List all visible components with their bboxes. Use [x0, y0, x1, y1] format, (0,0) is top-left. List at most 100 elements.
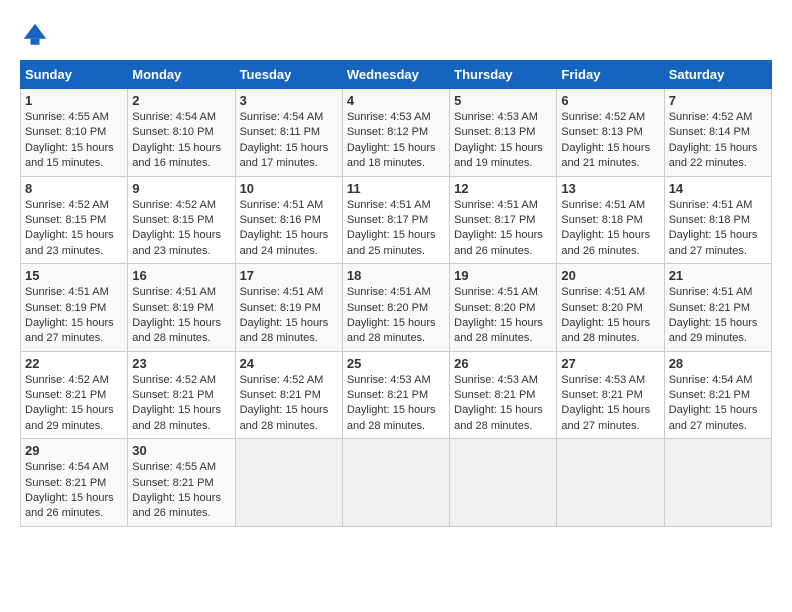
logo — [20, 20, 54, 50]
day-info: Sunrise: 4:54 AMSunset: 8:10 PMDaylight:… — [132, 110, 230, 172]
calendar-cell: 1 Sunrise: 4:55 AMSunset: 8:10 PMDaylight… — [21, 89, 128, 177]
day-number: 20 — [561, 268, 659, 283]
calendar-cell: 14 Sunrise: 4:51 AMSunset: 8:18 PMDayligh… — [664, 176, 771, 264]
day-info: Sunrise: 4:55 AMSunset: 8:10 PMDaylight:… — [25, 110, 123, 172]
day-info: Sunrise: 4:53 AMSunset: 8:12 PMDaylight:… — [347, 110, 445, 172]
day-number: 23 — [132, 356, 230, 371]
day-info: Sunrise: 4:52 AMSunset: 8:13 PMDaylight:… — [561, 110, 659, 172]
calendar-cell: 30 Sunrise: 4:55 AMSunset: 8:21 PMDayligh… — [128, 439, 235, 527]
calendar-week-3: 15 Sunrise: 4:51 AMSunset: 8:19 PMDayligh… — [21, 264, 772, 352]
calendar-cell: 3 Sunrise: 4:54 AMSunset: 8:11 PMDaylight… — [235, 89, 342, 177]
day-number: 3 — [240, 93, 338, 108]
calendar-cell — [664, 439, 771, 527]
day-info: Sunrise: 4:51 AMSunset: 8:17 PMDaylight:… — [454, 198, 552, 260]
day-number: 14 — [669, 181, 767, 196]
day-info: Sunrise: 4:51 AMSunset: 8:19 PMDaylight:… — [25, 285, 123, 347]
day-info: Sunrise: 4:52 AMSunset: 8:21 PMDaylight:… — [132, 373, 230, 435]
day-number: 13 — [561, 181, 659, 196]
day-info: Sunrise: 4:54 AMSunset: 8:21 PMDaylight:… — [669, 373, 767, 435]
day-number: 19 — [454, 268, 552, 283]
calendar-cell — [342, 439, 449, 527]
day-number: 12 — [454, 181, 552, 196]
day-info: Sunrise: 4:53 AMSunset: 8:21 PMDaylight:… — [454, 373, 552, 435]
calendar-week-2: 8 Sunrise: 4:52 AMSunset: 8:15 PMDaylight… — [21, 176, 772, 264]
day-info: Sunrise: 4:51 AMSunset: 8:16 PMDaylight:… — [240, 198, 338, 260]
day-info: Sunrise: 4:52 AMSunset: 8:21 PMDaylight:… — [240, 373, 338, 435]
day-info: Sunrise: 4:52 AMSunset: 8:15 PMDaylight:… — [25, 198, 123, 260]
logo-icon — [20, 20, 50, 50]
day-info: Sunrise: 4:55 AMSunset: 8:21 PMDaylight:… — [132, 460, 230, 522]
calendar-cell: 20 Sunrise: 4:51 AMSunset: 8:20 PMDayligh… — [557, 264, 664, 352]
header-thursday: Thursday — [450, 61, 557, 89]
calendar-cell: 11Sunrise: 4:51 AMSunset: 8:17 PMDayligh… — [342, 176, 449, 264]
calendar-table: SundayMondayTuesdayWednesdayThursdayFrid… — [20, 60, 772, 527]
calendar-header-row: SundayMondayTuesdayWednesdayThursdayFrid… — [21, 61, 772, 89]
day-number: 28 — [669, 356, 767, 371]
calendar-cell: 29Sunrise: 4:54 AMSunset: 8:21 PMDayligh… — [21, 439, 128, 527]
day-number: 4 — [347, 93, 445, 108]
day-info: Sunrise: 4:51 AMSunset: 8:21 PMDaylight:… — [669, 285, 767, 347]
calendar-cell: 5 Sunrise: 4:53 AMSunset: 8:13 PMDaylight… — [450, 89, 557, 177]
header-wednesday: Wednesday — [342, 61, 449, 89]
day-info: Sunrise: 4:51 AMSunset: 8:20 PMDaylight:… — [561, 285, 659, 347]
calendar-week-5: 29Sunrise: 4:54 AMSunset: 8:21 PMDayligh… — [21, 439, 772, 527]
calendar-cell: 18 Sunrise: 4:51 AMSunset: 8:20 PMDayligh… — [342, 264, 449, 352]
day-number: 2 — [132, 93, 230, 108]
day-info: Sunrise: 4:51 AMSunset: 8:19 PMDaylight:… — [240, 285, 338, 347]
day-number: 5 — [454, 93, 552, 108]
header-monday: Monday — [128, 61, 235, 89]
day-info: Sunrise: 4:52 AMSunset: 8:14 PMDaylight:… — [669, 110, 767, 172]
calendar-cell — [557, 439, 664, 527]
day-info: Sunrise: 4:54 AMSunset: 8:21 PMDaylight:… — [25, 460, 123, 522]
day-number: 6 — [561, 93, 659, 108]
header-saturday: Saturday — [664, 61, 771, 89]
day-number: 27 — [561, 356, 659, 371]
header-sunday: Sunday — [21, 61, 128, 89]
day-number: 15 — [25, 268, 123, 283]
day-info: Sunrise: 4:51 AMSunset: 8:18 PMDaylight:… — [669, 198, 767, 260]
day-number: 30 — [132, 443, 230, 458]
calendar-cell: 2 Sunrise: 4:54 AMSunset: 8:10 PMDaylight… — [128, 89, 235, 177]
calendar-cell: 10 Sunrise: 4:51 AMSunset: 8:16 PMDayligh… — [235, 176, 342, 264]
day-info: Sunrise: 4:53 AMSunset: 8:21 PMDaylight:… — [347, 373, 445, 435]
day-number: 17 — [240, 268, 338, 283]
day-number: 22 — [25, 356, 123, 371]
day-number: 16 — [132, 268, 230, 283]
calendar-cell: 27Sunrise: 4:53 AMSunset: 8:21 PMDayligh… — [557, 351, 664, 439]
day-info: Sunrise: 4:51 AMSunset: 8:17 PMDaylight:… — [347, 198, 445, 260]
calendar-cell: 9 Sunrise: 4:52 AMSunset: 8:15 PMDaylight… — [128, 176, 235, 264]
calendar-cell: 21 Sunrise: 4:51 AMSunset: 8:21 PMDayligh… — [664, 264, 771, 352]
calendar-cell: 13 Sunrise: 4:51 AMSunset: 8:18 PMDayligh… — [557, 176, 664, 264]
day-number: 21 — [669, 268, 767, 283]
day-info: Sunrise: 4:52 AMSunset: 8:21 PMDaylight:… — [25, 373, 123, 435]
day-info: Sunrise: 4:51 AMSunset: 8:19 PMDaylight:… — [132, 285, 230, 347]
day-number: 7 — [669, 93, 767, 108]
calendar-week-1: 1 Sunrise: 4:55 AMSunset: 8:10 PMDaylight… — [21, 89, 772, 177]
calendar-cell — [235, 439, 342, 527]
calendar-week-4: 22 Sunrise: 4:52 AMSunset: 8:21 PMDayligh… — [21, 351, 772, 439]
calendar-cell: 12 Sunrise: 4:51 AMSunset: 8:17 PMDayligh… — [450, 176, 557, 264]
header-tuesday: Tuesday — [235, 61, 342, 89]
day-number: 26 — [454, 356, 552, 371]
calendar-cell: 8 Sunrise: 4:52 AMSunset: 8:15 PMDaylight… — [21, 176, 128, 264]
calendar-cell: 6 Sunrise: 4:52 AMSunset: 8:13 PMDaylight… — [557, 89, 664, 177]
calendar-cell: 19Sunrise: 4:51 AMSunset: 8:20 PMDayligh… — [450, 264, 557, 352]
calendar-cell: 17 Sunrise: 4:51 AMSunset: 8:19 PMDayligh… — [235, 264, 342, 352]
day-info: Sunrise: 4:51 AMSunset: 8:20 PMDaylight:… — [347, 285, 445, 347]
day-number: 1 — [25, 93, 123, 108]
day-number: 10 — [240, 181, 338, 196]
calendar-cell: 25Sunrise: 4:53 AMSunset: 8:21 PMDayligh… — [342, 351, 449, 439]
calendar-cell: 22 Sunrise: 4:52 AMSunset: 8:21 PMDayligh… — [21, 351, 128, 439]
day-number: 24 — [240, 356, 338, 371]
calendar-cell: 28 Sunrise: 4:54 AMSunset: 8:21 PMDayligh… — [664, 351, 771, 439]
day-info: Sunrise: 4:53 AMSunset: 8:13 PMDaylight:… — [454, 110, 552, 172]
day-number: 18 — [347, 268, 445, 283]
day-info: Sunrise: 4:54 AMSunset: 8:11 PMDaylight:… — [240, 110, 338, 172]
header-friday: Friday — [557, 61, 664, 89]
calendar-cell: 4 Sunrise: 4:53 AMSunset: 8:12 PMDaylight… — [342, 89, 449, 177]
calendar-cell — [450, 439, 557, 527]
day-number: 8 — [25, 181, 123, 196]
day-info: Sunrise: 4:52 AMSunset: 8:15 PMDaylight:… — [132, 198, 230, 260]
day-info: Sunrise: 4:51 AMSunset: 8:18 PMDaylight:… — [561, 198, 659, 260]
day-number: 9 — [132, 181, 230, 196]
